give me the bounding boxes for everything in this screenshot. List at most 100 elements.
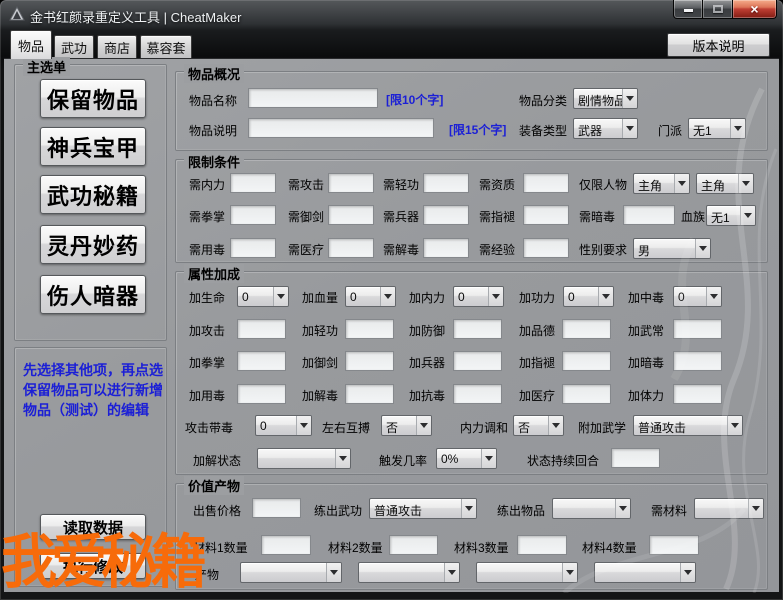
minimize-button[interactable] (673, 0, 703, 19)
bonus-resist-input[interactable] (453, 384, 502, 404)
item-desc-input[interactable] (248, 118, 434, 138)
req-fist-input[interactable] (230, 205, 276, 225)
person-only-select-1[interactable]: 主角 (633, 173, 690, 194)
need-material-select[interactable] (694, 498, 764, 519)
material2-qty-input[interactable] (389, 535, 438, 555)
blood-clan-select[interactable]: 无1 (706, 205, 756, 226)
menu-button-martial-books[interactable]: 武功秘籍 (40, 175, 146, 214)
req-poison-input[interactable] (230, 238, 276, 258)
train-skill-value: 普通攻击 (374, 504, 423, 518)
bonus-defense-input[interactable] (453, 319, 502, 339)
sell-price-input[interactable] (252, 498, 301, 518)
restrictions-title: 限制条件 (184, 152, 245, 171)
menu-button-elixirs[interactable]: 灵丹妙药 (40, 225, 146, 264)
chevron-down-icon (562, 563, 577, 582)
item-name-input[interactable] (248, 88, 378, 108)
bonus-qinggong-input[interactable] (345, 319, 394, 339)
inner-harmony-select[interactable]: 否 (513, 415, 564, 436)
req-sword-input[interactable] (328, 205, 374, 225)
product-select-4[interactable] (594, 562, 696, 583)
menu-button-hidden-weapons[interactable]: 伤人暗器 (40, 275, 146, 314)
req-aptitude-input[interactable] (523, 173, 569, 193)
tab-label: 物品 (17, 38, 44, 54)
sect-select[interactable]: 无1 (688, 118, 746, 139)
req-darkpoison-input[interactable] (623, 205, 675, 225)
apply-modify-button[interactable]: 执行修改 (40, 553, 146, 579)
bonus-gongli-select[interactable]: 0 (563, 286, 614, 307)
bonus-wuchang-input[interactable] (673, 319, 722, 339)
req-weapon-input[interactable] (423, 205, 469, 225)
read-data-button[interactable]: 读取数据 (40, 514, 146, 540)
item-overview-title: 物品概况 (184, 64, 245, 83)
person-only-select-2[interactable]: 主角 (696, 173, 754, 194)
maximize-button[interactable] (703, 0, 732, 19)
item-category-select[interactable]: 剧情物品 (573, 88, 638, 109)
item-category-value: 剧情物品 (578, 94, 622, 108)
dual-wield-value: 否 (386, 421, 399, 435)
restrictions-group: 限制条件 需内力 需攻击 需轻功 需资质 仅限人物 主角 主角 需拳掌 需御剑 … (175, 152, 768, 263)
req-field-label: 需拳掌 (189, 210, 226, 224)
bonus-stamina-input[interactable] (673, 384, 722, 404)
tab-shop[interactable]: 商店 (97, 35, 137, 59)
req-attack-input[interactable] (328, 173, 374, 193)
train-item-select[interactable] (552, 498, 631, 519)
bonus-poisoned-select[interactable]: 0 (673, 286, 722, 307)
title-bar[interactable]: 金书红颜录重定义工具 | CheatMaker × (0, 0, 783, 28)
material4-qty-input[interactable] (649, 535, 699, 555)
menu-button-weapons-armor[interactable]: 神兵宝甲 (40, 127, 146, 166)
bonus-field-label: 加解毒 (302, 389, 339, 403)
req-finger-input[interactable] (523, 205, 569, 225)
gender-req-select[interactable]: 男 (633, 238, 711, 259)
bonus-medical-input[interactable] (562, 384, 611, 404)
client-area: 主选单 保留物品 神兵宝甲 武功秘籍 灵丹妙药 伤人暗器 先选择其他项，再点选保… (4, 57, 779, 593)
chevron-down-icon (674, 174, 689, 193)
bonus-weapon-input[interactable] (453, 351, 502, 371)
bonus-hp-select[interactable]: 0 (345, 286, 396, 307)
bonus-neili-select[interactable]: 0 (453, 286, 504, 307)
blood-clan-label: 血族 (681, 210, 706, 224)
req-qinggong-input[interactable] (423, 173, 469, 193)
tab-items[interactable]: 物品 (10, 30, 52, 59)
bonus-attack-input[interactable] (237, 319, 286, 339)
menu-button-keep-items[interactable]: 保留物品 (40, 79, 146, 118)
chevron-down-icon (740, 206, 755, 225)
attack-poison-value: 0 (260, 419, 267, 433)
product-select-3[interactable] (476, 562, 578, 583)
version-notes-button[interactable]: 版本说明 (667, 33, 770, 57)
trigger-chance-select[interactable]: 0% (436, 448, 497, 469)
tab-murong-set[interactable]: 慕容套 (140, 35, 192, 59)
close-button[interactable]: × (732, 0, 777, 19)
bonus-poison-input[interactable] (237, 384, 286, 404)
material3-qty-input[interactable] (517, 535, 567, 555)
bonus-fist-input[interactable] (237, 351, 286, 371)
material1-qty-input[interactable] (261, 535, 311, 555)
extra-skill-select[interactable]: 普通攻击 (633, 415, 743, 436)
product-select-2[interactable] (358, 562, 460, 583)
status-effect-select[interactable] (257, 448, 351, 469)
req-antidote-input[interactable] (423, 238, 469, 258)
bonus-field-label: 加暗毒 (628, 356, 665, 370)
item-category-label: 物品分类 (519, 94, 568, 108)
bonus-life-select[interactable]: 0 (237, 286, 289, 307)
bonus-finger-input[interactable] (562, 351, 611, 371)
train-skill-select[interactable]: 普通攻击 (369, 498, 477, 519)
material-qty-label: 材料4数量 (582, 541, 637, 555)
bonus-combo-label: 加中毒 (628, 291, 665, 305)
bonus-sword-input[interactable] (345, 351, 394, 371)
tab-martial[interactable]: 武功 (54, 35, 94, 59)
req-neili-input[interactable] (230, 173, 276, 193)
bonus-darkpoison-input[interactable] (673, 351, 722, 371)
product-select-1[interactable] (240, 562, 342, 583)
equip-type-select[interactable]: 武器 (573, 118, 638, 139)
attack-poison-select[interactable]: 0 (255, 415, 312, 436)
chevron-down-icon (615, 499, 630, 518)
bonus-antidote-input[interactable] (345, 384, 394, 404)
chevron-down-icon (622, 119, 637, 138)
chevron-down-icon (695, 239, 710, 258)
req-exp-input[interactable] (523, 238, 569, 258)
bonus-virtue-input[interactable] (562, 319, 611, 339)
req-medical-input[interactable] (328, 238, 374, 258)
status-duration-input[interactable] (611, 448, 660, 468)
dual-wield-select[interactable]: 否 (381, 415, 432, 436)
product-value-3 (477, 563, 562, 582)
